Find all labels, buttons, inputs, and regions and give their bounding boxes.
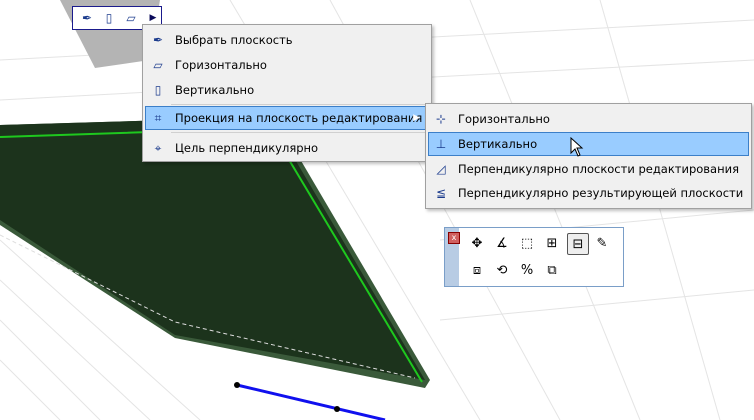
menu-item-select-plane[interactable]: ✒ Выбрать плоскость	[145, 28, 429, 52]
move-icon[interactable]: ✥	[467, 233, 487, 253]
submenu-item-perpendicular-result[interactable]: ≦ Перпендикулярно результирующей плоскост…	[428, 181, 749, 205]
projection-submenu: ⊹ Горизонтально ⊥ Вертикально ◿ Перпендикул…	[425, 103, 752, 209]
select-plane-icon[interactable]: ✒	[79, 10, 95, 26]
blue-line[interactable]	[236, 383, 386, 420]
select-plane-icon: ✒	[152, 33, 164, 47]
menu-separator	[171, 132, 429, 133]
pet-palette: x ✥ ∡ ⬚ ⊞ ⊟ ✎ ⧈ ⟲ % ⧉	[444, 227, 624, 287]
submenu-arrow-icon: ▶	[413, 113, 420, 123]
rotate-icon[interactable]: ∡	[492, 233, 512, 253]
menu-item-target-perpendicular[interactable]: ⌖ Цель перпендикулярно	[145, 136, 429, 160]
mouse-cursor-icon	[570, 137, 584, 157]
node-point[interactable]	[334, 406, 340, 412]
menu-item-horizontal[interactable]: ▱ Горизонтально	[145, 53, 429, 77]
subtract-polygon-icon[interactable]: ⊟	[567, 233, 589, 255]
node-point[interactable]	[234, 382, 240, 388]
add-polygon-icon[interactable]: ⊞	[542, 233, 562, 253]
menu-item-vertical[interactable]: ▯ Вертикально	[145, 78, 429, 102]
plane-menu: ✒ Выбрать плоскость ▱ Горизонтально ▯ Верти…	[142, 24, 432, 162]
vertical-plane-icon[interactable]: ▯	[101, 10, 117, 26]
menu-separator	[171, 104, 429, 105]
submenu-item-horizontal[interactable]: ⊹ Горизонтально	[428, 107, 749, 131]
merge-icon[interactable]: ⧉	[542, 260, 562, 280]
horizontal-plane-icon[interactable]: ▱	[123, 10, 139, 26]
horizontal-plane-icon: ▱	[153, 58, 163, 72]
horizontal-projection-icon: ⊹	[435, 112, 447, 126]
elevate-icon[interactable]: ✎	[592, 233, 612, 253]
submenu-item-vertical[interactable]: ⊥ Вертикально	[428, 132, 749, 156]
projection-icon: ⌗	[154, 110, 162, 125]
drag-3d-icon[interactable]: ⧈	[467, 260, 487, 280]
split-icon[interactable]: %	[517, 260, 537, 280]
target-perpendicular-icon: ⌖	[154, 140, 162, 155]
menu-item-projection[interactable]: ⌗ Проекция на плоскость редактирования ▶	[145, 106, 429, 130]
rotate-3d-icon[interactable]: ⟲	[492, 260, 512, 280]
submenu-item-perpendicular-edit[interactable]: ◿ Перпендикулярно плоскости редактировани…	[428, 157, 749, 181]
perpendicular-result-plane-icon: ≦	[435, 186, 447, 200]
stretch-icon[interactable]: ⬚	[517, 233, 537, 253]
vertical-projection-icon: ⊥	[435, 137, 447, 151]
close-icon[interactable]: x	[448, 232, 460, 244]
vertical-plane-icon: ▯	[154, 83, 162, 97]
perpendicular-edit-plane-icon: ◿	[436, 162, 446, 176]
